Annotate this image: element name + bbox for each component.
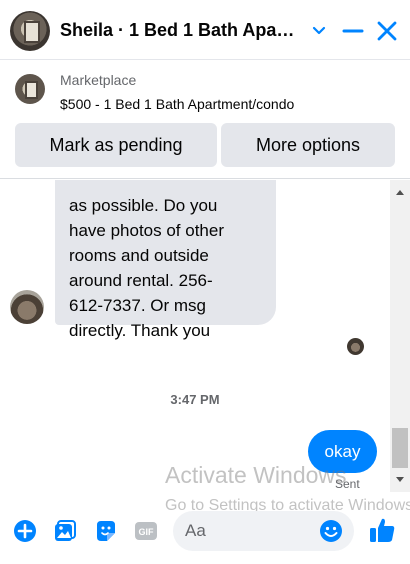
thumbs-up-icon[interactable] xyxy=(367,515,397,545)
emoji-icon[interactable] xyxy=(319,519,343,543)
message-timestamp: 3:47 PM xyxy=(170,392,220,407)
incoming-message-text: as possible. Do you have photos of other… xyxy=(69,196,225,340)
listing-thumbnail[interactable] xyxy=(15,74,45,104)
more-options-button[interactable]: More options xyxy=(221,123,395,167)
plus-icon[interactable] xyxy=(12,518,38,544)
mark-as-pending-button[interactable]: Mark as pending xyxy=(15,123,217,167)
incoming-message-bubble[interactable]: as possible. Do you have photos of other… xyxy=(55,180,276,340)
svg-text:GIF: GIF xyxy=(139,527,155,537)
marketplace-card: Marketplace $500 - 1 Bed 1 Bath Apartmen… xyxy=(0,61,410,179)
chat-title[interactable]: Sheila · 1 Bed 1 Bath Apartment/condo xyxy=(60,20,300,41)
chat-header: Sheila · 1 Bed 1 Bath Apartment/condo xyxy=(0,0,410,60)
scrollbar-thumb[interactable] xyxy=(392,428,408,468)
message-list[interactable]: as possible. Do you have photos of other… xyxy=(0,180,410,500)
activate-windows-title: Activate Windows xyxy=(165,462,347,488)
scrollbar[interactable] xyxy=(390,180,410,492)
scroll-down-arrow-icon[interactable] xyxy=(390,472,410,488)
message-composer: GIF xyxy=(0,500,410,564)
close-icon[interactable] xyxy=(374,18,400,44)
marketplace-label: Marketplace xyxy=(60,72,137,88)
read-receipt-avatar xyxy=(347,338,364,355)
outgoing-message-text: okay xyxy=(324,441,361,461)
sender-avatar[interactable] xyxy=(10,290,44,324)
image-icon[interactable] xyxy=(52,518,78,544)
minimize-icon[interactable] xyxy=(340,18,366,44)
listing-title[interactable]: $500 - 1 Bed 1 Bath Apartment/condo xyxy=(60,96,294,112)
scroll-up-arrow-icon[interactable] xyxy=(390,184,410,200)
sticker-icon[interactable] xyxy=(93,518,119,544)
gif-icon[interactable]: GIF xyxy=(133,518,159,544)
contact-avatar[interactable] xyxy=(10,11,50,51)
chevron-down-icon[interactable] xyxy=(306,18,332,44)
